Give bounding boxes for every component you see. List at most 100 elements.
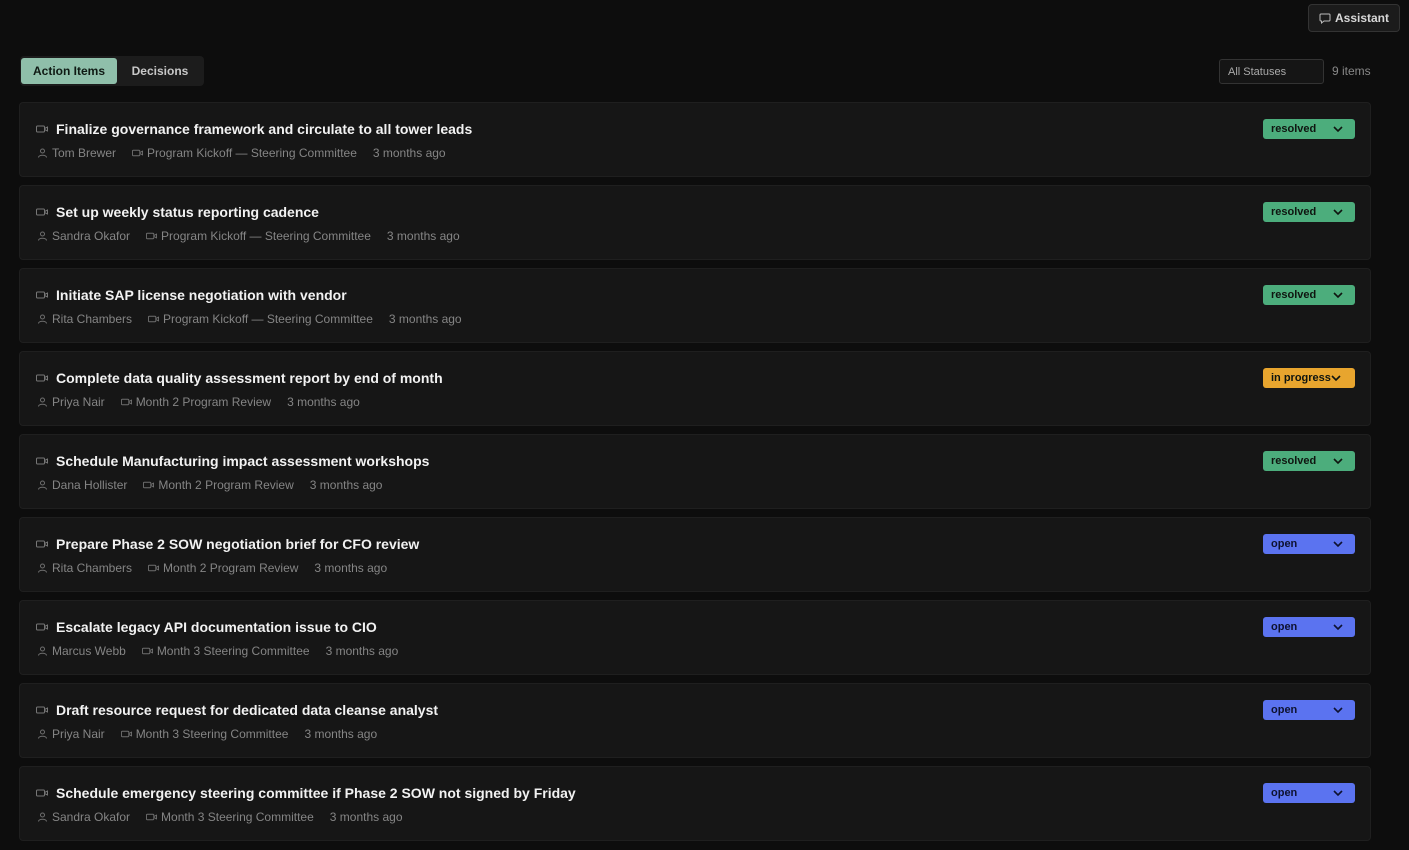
timestamp: 3 months ago [330, 810, 403, 824]
action-item-card[interactable]: Set up weekly status reporting cadence Sa… [19, 185, 1371, 260]
status-dropdown[interactable]: resolved [1263, 285, 1355, 305]
chevron-down-icon [1333, 209, 1343, 216]
assistant-button[interactable]: Assistant [1308, 4, 1400, 32]
chevron-down-icon [1333, 292, 1343, 299]
status-label: open [1271, 621, 1298, 633]
status-label: resolved [1271, 455, 1317, 467]
status-filter-select[interactable]: All Statuses [1219, 59, 1324, 84]
meeting-name: Month 2 Program Review [158, 478, 294, 492]
video-icon [120, 398, 132, 406]
video-icon [141, 647, 153, 655]
action-item-card[interactable]: Schedule emergency steering committee if… [19, 766, 1371, 841]
video-icon [36, 291, 48, 299]
timestamp: 3 months ago [310, 478, 383, 492]
user-icon [38, 314, 47, 324]
video-icon [36, 457, 48, 465]
user-icon [38, 646, 47, 656]
status-label: open [1271, 704, 1298, 716]
chat-bubble-icon [1319, 13, 1331, 24]
status-dropdown[interactable]: in progress [1263, 368, 1355, 388]
owner-name: Rita Chambers [52, 312, 133, 326]
item-meta: Rita Chambers Program Kickoff — Steering … [37, 312, 478, 326]
user-icon [38, 812, 47, 822]
item-title-row: Initiate SAP license negotiation with ve… [36, 287, 347, 303]
action-item-card[interactable]: Initiate SAP license negotiation with ve… [19, 268, 1371, 343]
meeting: Month 3 Steering Committee [146, 810, 314, 824]
time-ago: 3 months ago [386, 229, 460, 243]
item-meta: Dana Hollister Month 2 Program Review 3 mo… [37, 478, 398, 492]
action-item-card[interactable]: Schedule Manufacturing impact assessment… [19, 434, 1371, 509]
meeting: Month 3 Steering Committee [120, 727, 289, 741]
status-label: resolved [1271, 289, 1317, 301]
owner: Rita Chambers [37, 561, 132, 575]
item-title-row: Escalate legacy API documentation issue … [36, 619, 377, 635]
video-icon [146, 232, 158, 240]
item-title: Escalate legacy API documentation issue … [56, 619, 377, 635]
item-title-row: Schedule emergency steering committee if… [36, 785, 576, 801]
video-icon [148, 315, 160, 323]
status-dropdown[interactable]: open [1263, 617, 1355, 637]
time-ago: 3 months ago [325, 644, 399, 658]
status-dropdown[interactable]: open [1263, 700, 1355, 720]
item-title: Prepare Phase 2 SOW negotiation brief fo… [56, 536, 420, 552]
status-dropdown[interactable]: resolved [1263, 451, 1355, 471]
owner: Dana Hollister [37, 478, 127, 492]
action-item-card[interactable]: Draft resource request for dedicated dat… [19, 683, 1371, 758]
owner-name: Priya Nair [52, 727, 105, 741]
item-meta: Rita Chambers Month 2 Program Review 3 mon… [37, 561, 403, 575]
item-title: Initiate SAP license negotiation with ve… [56, 287, 347, 303]
owner-name: Priya Nair [52, 395, 105, 409]
video-icon [146, 813, 158, 821]
view-tabs: Action Items Decisions [20, 56, 204, 86]
item-title-row: Draft resource request for dedicated dat… [36, 702, 438, 718]
status-label: resolved [1271, 123, 1317, 135]
meeting: Program Kickoff — Steering Committee [148, 312, 373, 326]
item-title-row: Schedule Manufacturing impact assessment… [36, 453, 429, 469]
status-dropdown[interactable]: resolved [1263, 202, 1355, 222]
meeting-name: Month 3 Steering Committee [156, 644, 310, 658]
item-meta: Tom Brewer Program Kickoff — Steering Com… [37, 146, 462, 160]
video-icon [120, 730, 132, 738]
meeting-name: Month 3 Steering Committee [135, 727, 289, 741]
video-icon [36, 789, 48, 797]
item-title: Schedule emergency steering committee if… [56, 785, 576, 801]
video-icon [36, 125, 48, 133]
chevron-down-icon [1331, 375, 1341, 382]
user-icon [38, 231, 47, 241]
tab-decisions[interactable]: Decisions [117, 58, 203, 84]
owner: Priya Nair [37, 395, 105, 409]
status-dropdown[interactable]: resolved [1263, 119, 1355, 139]
action-item-card[interactable]: Complete data quality assessment report … [19, 351, 1371, 426]
status-label: in progress [1271, 372, 1331, 384]
user-icon [38, 148, 47, 158]
chevron-down-icon [1333, 790, 1343, 797]
time-ago: 3 months ago [314, 561, 388, 575]
item-title: Finalize governance framework and circul… [56, 121, 473, 137]
action-item-card[interactable]: Finalize governance framework and circul… [19, 102, 1371, 177]
assistant-label: Assistant [1334, 11, 1390, 25]
action-item-card[interactable]: Escalate legacy API documentation issue … [19, 600, 1371, 675]
timestamp: 3 months ago [314, 561, 387, 575]
owner: Tom Brewer [37, 146, 116, 160]
meeting-name: Program Kickoff — Steering Committee [163, 312, 373, 326]
timestamp: 3 months ago [304, 727, 377, 741]
tab-action-items[interactable]: Action Items [21, 58, 117, 84]
status-label: resolved [1271, 206, 1317, 218]
action-item-card[interactable]: Prepare Phase 2 SOW negotiation brief fo… [19, 517, 1371, 592]
video-icon [36, 374, 48, 382]
meeting-name: Month 2 Program Review [163, 561, 299, 575]
timestamp: 3 months ago [387, 229, 460, 243]
owner: Marcus Webb [37, 644, 126, 658]
item-title-row: Prepare Phase 2 SOW negotiation brief fo… [36, 536, 419, 552]
item-meta: Sandra Okafor Month 3 Steering Committee 3… [37, 810, 419, 824]
video-icon [36, 540, 48, 548]
time-ago: 3 months ago [287, 395, 360, 409]
time-ago: 3 months ago [329, 810, 403, 824]
meeting: Month 2 Program Review [148, 561, 298, 575]
status-label: open [1271, 787, 1298, 799]
status-dropdown[interactable]: open [1263, 534, 1355, 554]
meeting-name: Program Kickoff — Steering Committee [161, 229, 371, 243]
owner-name: Marcus Webb [52, 644, 126, 658]
status-dropdown[interactable]: open [1263, 783, 1355, 803]
item-title: Set up weekly status reporting cadence [56, 204, 319, 220]
